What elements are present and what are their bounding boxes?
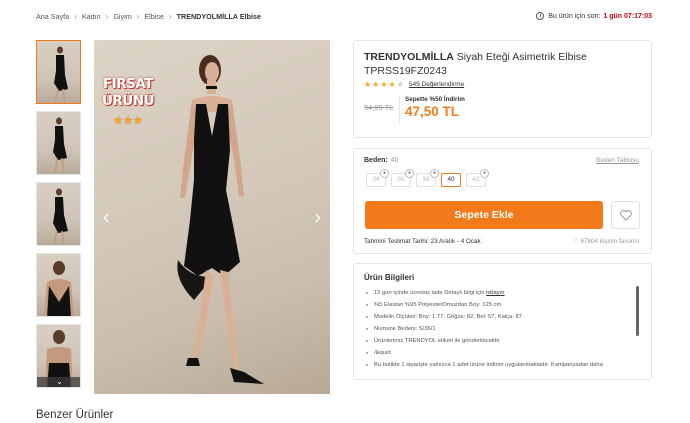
size-option-42[interactable]: 42 ● xyxy=(466,169,489,187)
badge-line1: FIRSAT xyxy=(103,76,153,92)
thumbnail-5[interactable]: ⌄ xyxy=(36,324,81,388)
size-option-40[interactable]: 40 xyxy=(441,173,461,187)
list-item: Bu butikte 1 siparişte yalnızca 1 adet ü… xyxy=(364,359,632,371)
breadcrumb-elbise[interactable]: Elbise xyxy=(144,12,164,21)
list-item: Ürünlerimiz TRENDYOL etiketi ile gönderi… xyxy=(364,335,632,347)
heart-icon xyxy=(620,210,632,221)
price-divider xyxy=(399,96,400,124)
next-image-arrow-icon[interactable]: › xyxy=(314,205,322,229)
info-text: Bu butikte 1 siparişte yalnızca 1 adet ü… xyxy=(374,362,603,368)
star-icon: ★ xyxy=(372,80,380,89)
add-to-cart-button[interactable]: Sepete Ekle xyxy=(365,201,603,229)
selected-size: 40 xyxy=(390,157,399,164)
return-info-link[interactable]: tıklayın xyxy=(486,290,504,296)
product-info-panel: Ürün Bilgileri 15 gün içinde ücretsiz ia… xyxy=(353,263,652,380)
countdown-timer: Bu ürün için son: 1 gün 07:17:03 xyxy=(536,12,652,20)
info-text: 15 gün içinde ücretsiz iade Detaylı bilg… xyxy=(374,290,487,296)
breadcrumb-kadin[interactable]: Kadın xyxy=(82,12,101,21)
size-option-36[interactable]: 36 ● xyxy=(391,169,414,187)
discounted-price: 47,50 TL xyxy=(405,104,460,119)
breadcrumb: Ana Sayfa › Kadın › Giyim › Elbise › TRE… xyxy=(36,12,261,21)
size-option-38[interactable]: 38 ● xyxy=(416,169,439,187)
info-text: %5 Elastan %95 PolyesterOmuzdan Boy: 125… xyxy=(374,302,502,308)
size-option-label: 36 xyxy=(397,176,405,183)
lock-icon: ● xyxy=(430,169,439,178)
info-text: Modelin Ölçüleri: Boy: 1.77, Göğüs: 82, … xyxy=(374,314,522,320)
product-title: TRENDYOLMİLLA Siyah Eteği Asimetrik Elbi… xyxy=(364,50,644,78)
discount-label: Sepette %50 İndirim xyxy=(405,96,465,103)
thumbnail-1[interactable] xyxy=(36,40,81,104)
size-option-34[interactable]: 34 ● xyxy=(366,169,389,187)
lock-icon: ● xyxy=(405,169,414,178)
size-and-cart-panel: Beden: 40 Beden Tablosu 34 ● 36 ● 38 ● 40 4… xyxy=(353,148,652,254)
star-icon: ★ xyxy=(364,80,372,89)
favorite-count: ♡ 67604 kişinin favorisi xyxy=(573,238,639,245)
favorite-button[interactable] xyxy=(611,201,640,229)
list-item: Numune Bedeni: S/36/1 xyxy=(364,323,632,335)
product-info-list: 15 gün içinde ücretsiz iade Detaylı bilg… xyxy=(364,287,632,371)
product-info-title: Ürün Bilgileri xyxy=(364,273,415,282)
breadcrumb-current: TRENDYOLMİLLA Elbise xyxy=(176,12,261,21)
list-item: %5 Elastan %95 PolyesterOmuzdan Boy: 125… xyxy=(364,299,632,311)
favorite-count-text: 67604 kişinin favorisi xyxy=(580,238,639,245)
timer-label: Bu ürün için son: xyxy=(548,12,601,20)
chevron-right-icon: › xyxy=(105,12,109,21)
review-count-link[interactable]: 549 Değerlendirme xyxy=(409,81,464,88)
chevron-right-icon: › xyxy=(74,12,77,21)
size-label: Beden: 40 xyxy=(364,157,398,164)
product-brand[interactable]: TRENDYOLMİLLA xyxy=(364,51,454,63)
badge-stars-icon: ★★★ xyxy=(113,115,143,127)
chevron-right-icon: › xyxy=(168,12,172,21)
star-icon: ★ xyxy=(380,80,388,89)
breadcrumb-giyim[interactable]: Giyim xyxy=(113,12,131,21)
size-option-label: 42 xyxy=(472,176,480,183)
size-label-text: Beden: xyxy=(364,157,388,164)
list-item: 15 gün içinde ücretsiz iade Detaylı bilg… xyxy=(364,287,632,299)
thumbnail-list: ⌄ xyxy=(36,40,82,395)
info-scrollbar[interactable] xyxy=(636,286,639,336)
size-option-label: 34 xyxy=(372,176,380,183)
list-item: /&quot xyxy=(364,347,632,359)
clock-icon xyxy=(536,12,545,20)
list-item: Modelin Ölçüleri: Boy: 1.77, Göğüs: 82, … xyxy=(364,311,632,323)
size-table-link[interactable]: Beden Tablosu xyxy=(596,157,639,164)
product-code: TPRSS19FZ0243 xyxy=(364,65,447,77)
product-summary: TRENDYOLMİLLA Siyah Eteği Asimetrik Elbi… xyxy=(353,40,652,138)
main-product-image[interactable]: ‹ › FIRSAT ÜRÜNÜ ★★★ xyxy=(94,40,330,394)
product-name: Siyah Eteği Asimetrik Elbise xyxy=(456,51,587,63)
chevron-down-icon[interactable]: ⌄ xyxy=(37,377,80,387)
lock-icon: ● xyxy=(480,169,489,178)
thumbnail-2[interactable] xyxy=(36,111,81,175)
badge-line2: ÜRÜNÜ xyxy=(101,93,155,109)
prev-image-arrow-icon[interactable]: ‹ xyxy=(102,205,110,229)
lock-icon: ● xyxy=(380,169,389,178)
old-price: 94,99 TL xyxy=(364,103,394,112)
info-text: /&quot xyxy=(374,350,391,356)
star-empty-icon: ★ xyxy=(396,80,404,89)
info-text: Ürünlerimiz TRENDYOL etiketi ile gönderi… xyxy=(374,338,500,344)
chevron-right-icon: › xyxy=(136,12,140,21)
size-option-label: 40 xyxy=(447,176,455,183)
timer-value: 1 gün 07:17:03 xyxy=(603,12,652,20)
thumbnail-4[interactable] xyxy=(36,253,81,317)
product-rating: ★ ★ ★ ★ ★ 549 Değerlendirme xyxy=(364,80,464,89)
firsat-urunu-badge: FIRSAT ÜRÜNÜ ★★★ xyxy=(98,74,158,140)
star-icon: ★ xyxy=(388,80,396,89)
size-options: 34 ● 36 ● 38 ● 40 42 ● xyxy=(366,169,491,187)
similar-products-heading: Benzer Ürünler xyxy=(36,409,114,421)
thumbnail-3[interactable] xyxy=(36,182,81,246)
size-option-label: 38 xyxy=(422,176,430,183)
breadcrumb-home[interactable]: Ana Sayfa xyxy=(36,12,69,21)
info-text: Numune Bedeni: S/36/1 xyxy=(374,326,436,332)
estimated-delivery: Tahmini Teslimat Tarihi: 23 Aralık - 4 O… xyxy=(364,238,481,245)
